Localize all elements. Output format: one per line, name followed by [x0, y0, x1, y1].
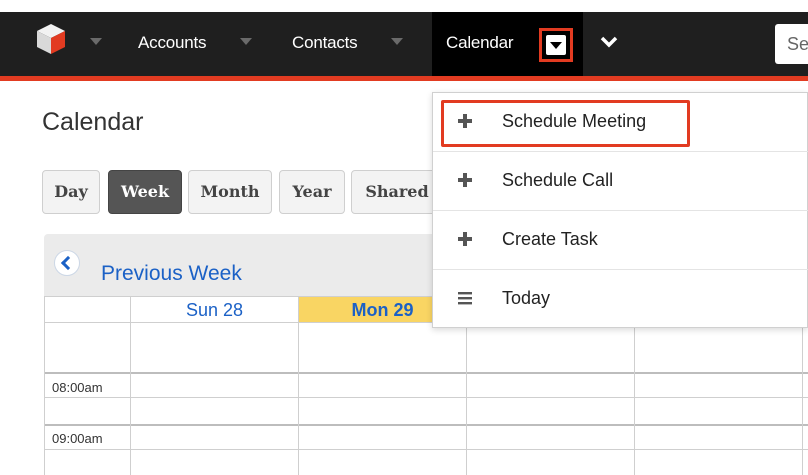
list-icon	[458, 292, 472, 305]
accounts-chevron-down-icon[interactable]	[240, 38, 252, 46]
doc-strip	[0, 0, 808, 12]
nav-contacts[interactable]: Contacts	[292, 33, 358, 53]
calendar-dropdown-button[interactable]	[539, 28, 573, 62]
time-label: 08:00am	[52, 380, 103, 395]
schedule-meeting-highlight	[441, 100, 690, 147]
menu-item-label: Schedule Call	[502, 170, 614, 190]
day-header-sun[interactable]: Sun 28	[131, 296, 298, 322]
view-week-button[interactable]: Week	[108, 170, 182, 214]
plus-icon	[458, 232, 472, 246]
previous-week-arrow-icon[interactable]	[54, 250, 80, 276]
nav-calendar[interactable]: Calendar	[446, 33, 514, 53]
more-modules-chevron-icon[interactable]	[600, 36, 618, 48]
grid-line	[44, 397, 808, 398]
previous-week-link[interactable]: Previous Week	[101, 262, 242, 286]
contacts-chevron-down-icon[interactable]	[391, 38, 403, 46]
grid-line	[44, 296, 45, 475]
grid-line	[298, 296, 299, 475]
menu-item-create-task[interactable]: Create Task	[433, 211, 808, 270]
menu-item-label: Today	[502, 288, 551, 308]
grid-line	[44, 449, 808, 450]
logo-chevron-down-icon[interactable]	[90, 38, 102, 46]
menu-item-label: Create Task	[502, 229, 598, 249]
grid-line	[44, 424, 808, 426]
page-title: Calendar	[42, 108, 144, 136]
view-day-button[interactable]: Day	[42, 170, 100, 214]
top-navbar	[0, 12, 808, 76]
time-label: 09:00am	[52, 431, 103, 446]
navbar-accent-line	[0, 76, 808, 81]
nav-accounts[interactable]: Accounts	[138, 33, 207, 53]
view-shared-button[interactable]: Shared	[351, 170, 443, 214]
view-year-button[interactable]: Year	[279, 170, 345, 214]
grid-line	[44, 372, 808, 374]
search-placeholder: Se	[787, 34, 808, 54]
view-month-button[interactable]: Month	[188, 170, 272, 214]
caret-down-icon	[546, 35, 566, 55]
global-search-input[interactable]: Se	[775, 24, 808, 64]
grid-line	[130, 296, 131, 475]
sugar-cube-logo-icon[interactable]	[34, 22, 68, 56]
plus-icon	[458, 173, 472, 187]
menu-item-schedule-call[interactable]: Schedule Call	[433, 152, 808, 211]
menu-item-today[interactable]: Today	[433, 270, 808, 329]
